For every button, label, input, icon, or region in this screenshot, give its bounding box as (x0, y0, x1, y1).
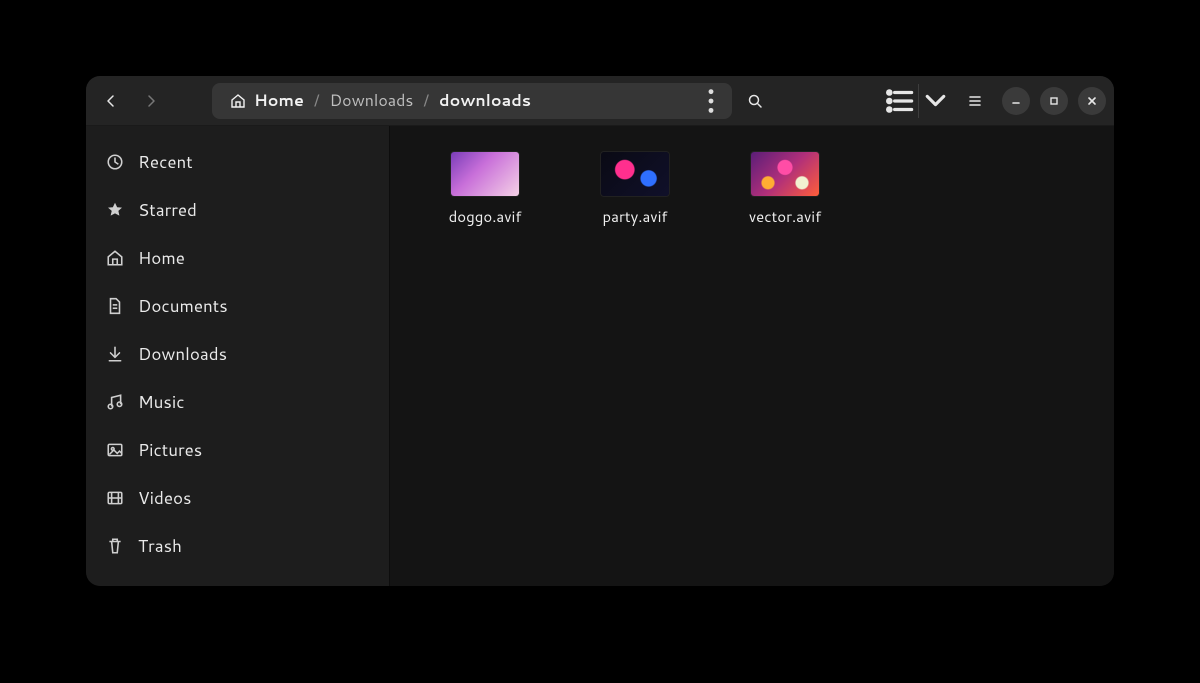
path-menu-button[interactable] (696, 86, 726, 116)
list-view-button[interactable] (884, 84, 918, 118)
view-switcher (884, 84, 952, 118)
file-thumbnail (451, 152, 519, 196)
sidebar-item-documents[interactable]: Documents (86, 282, 389, 330)
sidebar-item-label: Home (138, 246, 185, 270)
breadcrumb-home[interactable]: Home (224, 89, 310, 112)
file-name: vector.avif (749, 206, 821, 227)
sidebar-item-videos[interactable]: Videos (86, 474, 389, 522)
sidebar-item-pictures[interactable]: Pictures (86, 426, 389, 474)
breadcrumb-separator: / (419, 89, 433, 112)
home-icon (106, 249, 124, 267)
chevron-down-icon (919, 84, 952, 117)
places-sidebar: Recent Starred Home Documents Downloads (86, 126, 390, 586)
home-icon (230, 93, 246, 109)
sidebar-item-label: Music (138, 390, 185, 414)
back-button[interactable] (94, 84, 128, 118)
list-icon (884, 84, 918, 118)
file-thumbnail (751, 152, 819, 196)
sidebar-item-label: Documents (138, 294, 228, 318)
sidebar-item-label: Downloads (138, 342, 227, 366)
minimize-button[interactable] (1002, 87, 1030, 115)
forward-button[interactable] (134, 84, 168, 118)
search-icon (747, 93, 763, 109)
maximize-icon (1048, 95, 1060, 107)
sidebar-item-recent[interactable]: Recent (86, 138, 389, 186)
file-name: party.avif (603, 206, 668, 227)
breadcrumb-separator: / (310, 89, 324, 112)
maximize-button[interactable] (1040, 87, 1068, 115)
minimize-icon (1010, 95, 1022, 107)
sidebar-item-label: Videos (138, 486, 191, 510)
breadcrumb-current[interactable]: downloads (433, 89, 537, 112)
breadcrumb-downloads[interactable]: Downloads (324, 89, 420, 112)
close-button[interactable] (1078, 87, 1106, 115)
file-item[interactable]: vector.avif (730, 152, 840, 227)
sidebar-item-downloads[interactable]: Downloads (86, 330, 389, 378)
file-name: doggo.avif (449, 206, 522, 227)
picture-icon (106, 441, 124, 459)
clock-icon (106, 153, 124, 171)
sidebar-item-trash[interactable]: Trash (86, 522, 389, 570)
breadcrumb-label: Home (254, 89, 304, 112)
breadcrumb-label: downloads (439, 89, 531, 112)
file-item[interactable]: party.avif (580, 152, 690, 227)
sidebar-item-music[interactable]: Music (86, 378, 389, 426)
star-icon (106, 201, 124, 219)
sidebar-item-label: Starred (138, 198, 197, 222)
view-options-button[interactable] (918, 84, 952, 118)
trash-icon (106, 537, 124, 555)
file-item[interactable]: doggo.avif (430, 152, 540, 227)
breadcrumb-label: Downloads (330, 89, 414, 112)
sidebar-item-label: Trash (138, 534, 182, 558)
download-icon (106, 345, 124, 363)
video-icon (106, 489, 124, 507)
sidebar-item-starred[interactable]: Starred (86, 186, 389, 234)
file-grid[interactable]: doggo.avif party.avif vector.avif (390, 126, 1114, 586)
headerbar: Home / Downloads / downloads (86, 76, 1114, 126)
hamburger-menu-button[interactable] (958, 84, 992, 118)
file-manager-window: Home / Downloads / downloads (86, 76, 1114, 586)
window-body: Recent Starred Home Documents Downloads (86, 126, 1114, 586)
kebab-icon (696, 86, 726, 116)
hamburger-icon (967, 93, 983, 109)
search-button[interactable] (738, 84, 772, 118)
sidebar-item-label: Recent (138, 150, 193, 174)
sidebar-item-label: Pictures (138, 438, 202, 462)
sidebar-item-home[interactable]: Home (86, 234, 389, 282)
document-icon (106, 297, 124, 315)
path-bar[interactable]: Home / Downloads / downloads (212, 83, 732, 119)
close-icon (1086, 95, 1098, 107)
music-icon (106, 393, 124, 411)
file-thumbnail (601, 152, 669, 196)
